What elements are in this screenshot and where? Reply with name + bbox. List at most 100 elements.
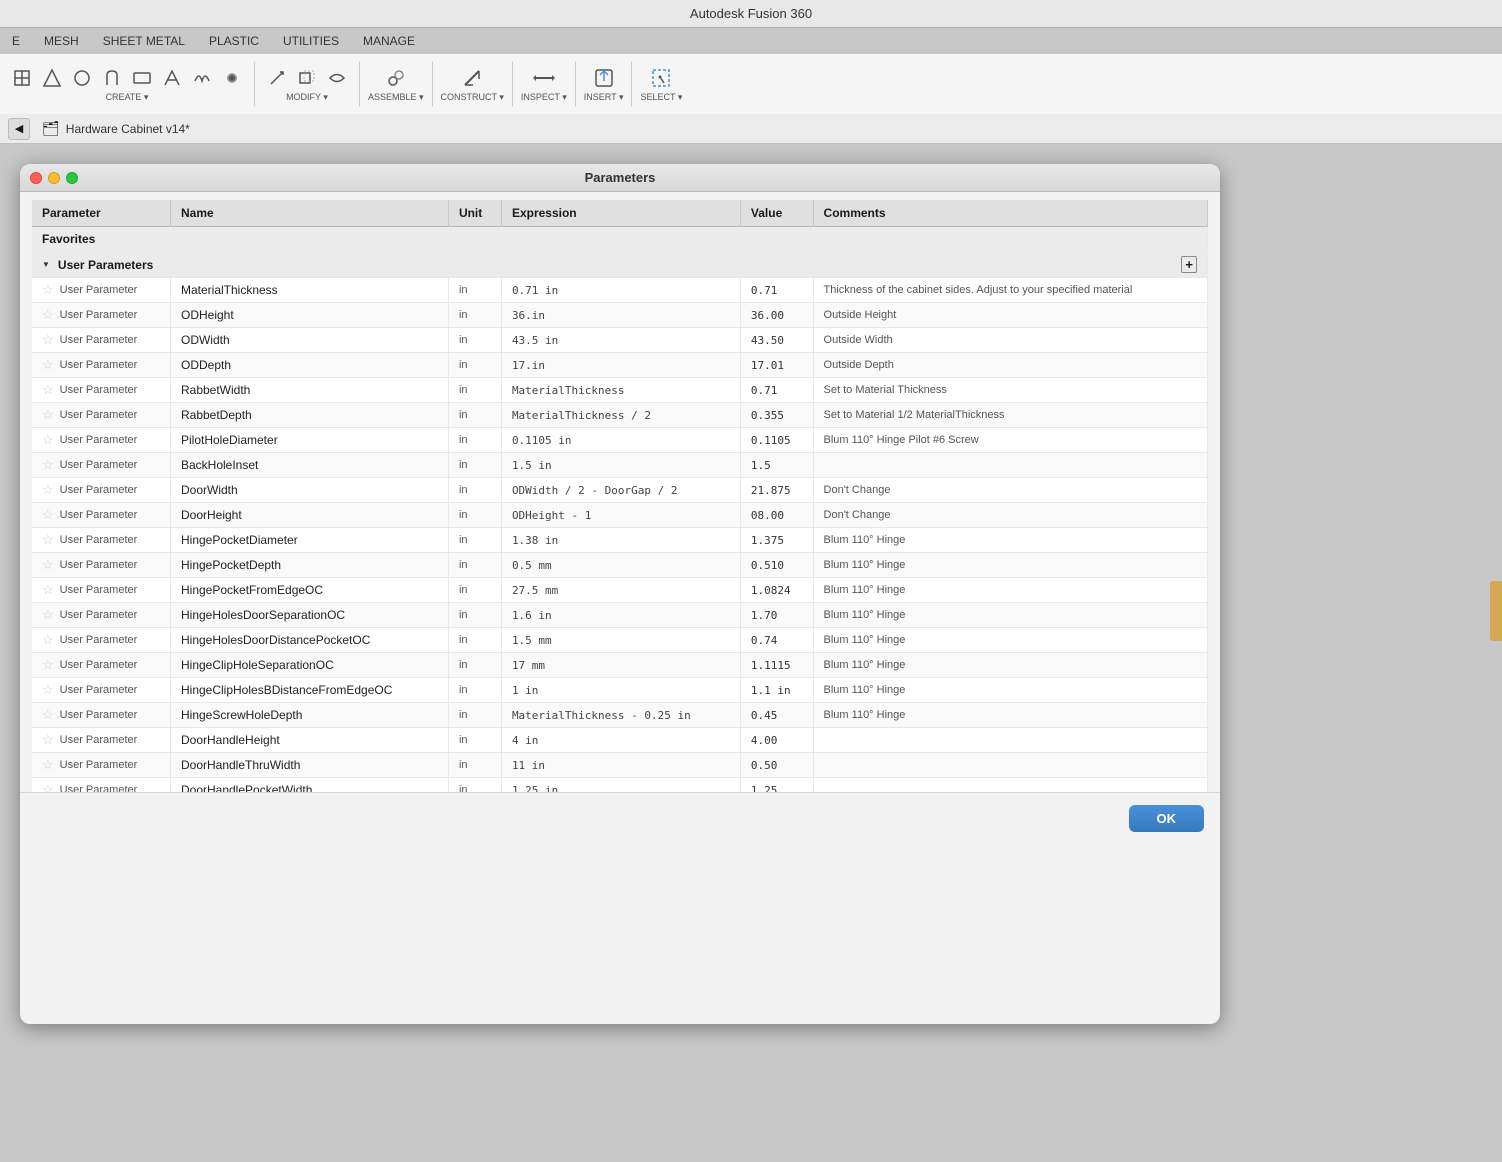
menu-item-plastic[interactable]: PLASTIC bbox=[205, 32, 263, 50]
param-name-cell[interactable]: ODWidth bbox=[170, 328, 448, 353]
star-icon[interactable]: ☆ bbox=[42, 482, 54, 498]
select-btn-1[interactable] bbox=[647, 65, 675, 91]
construct-btn-1[interactable] bbox=[458, 65, 486, 91]
create-btn-3[interactable] bbox=[68, 65, 96, 91]
construct-label[interactable]: CONSTRUCT ▾ bbox=[441, 92, 504, 103]
select-label[interactable]: SELECT ▾ bbox=[640, 92, 682, 103]
table-row[interactable]: ☆ User Parameter DoorWidth in ODWidth / … bbox=[32, 478, 1208, 503]
star-icon[interactable]: ☆ bbox=[42, 457, 54, 473]
param-name-cell[interactable]: DoorWidth bbox=[170, 478, 448, 503]
table-row[interactable]: ☆ User Parameter HingeHolesDoorDistanceP… bbox=[32, 628, 1208, 653]
param-expression-cell[interactable]: 0.71 in bbox=[501, 278, 740, 303]
star-icon[interactable]: ☆ bbox=[42, 582, 54, 598]
param-name-cell[interactable]: DoorHandlePocketWidth bbox=[170, 778, 448, 793]
param-expression-cell[interactable]: 36.in bbox=[501, 303, 740, 328]
table-row[interactable]: ☆ User Parameter ODHeight in 36.in 36.00… bbox=[32, 303, 1208, 328]
menu-item-sheet-metal[interactable]: SHEET METAL bbox=[99, 32, 189, 50]
param-expression-cell[interactable]: 0.1105 in bbox=[501, 428, 740, 453]
param-expression-cell[interactable]: 27.5 mm bbox=[501, 578, 740, 603]
add-param-btn[interactable]: + bbox=[1181, 257, 1197, 272]
table-row[interactable]: ☆ User Parameter DoorHandleThruWidth in … bbox=[32, 753, 1208, 778]
table-row[interactable]: ☆ User Parameter PilotHoleDiameter in 0.… bbox=[32, 428, 1208, 453]
star-icon[interactable]: ☆ bbox=[42, 382, 54, 398]
param-expression-cell[interactable]: ODWidth / 2 - DoorGap / 2 bbox=[501, 478, 740, 503]
table-row[interactable]: ☆ User Parameter ODDepth in 17.in 17.01 … bbox=[32, 353, 1208, 378]
param-expression-cell[interactable]: MaterialThickness - 0.25 in bbox=[501, 703, 740, 728]
star-icon[interactable]: ☆ bbox=[42, 532, 54, 548]
param-name-cell[interactable]: HingePocketDiameter bbox=[170, 528, 448, 553]
star-icon[interactable]: ☆ bbox=[42, 757, 54, 773]
back-btn[interactable]: ◀ bbox=[8, 118, 30, 140]
param-expression-cell[interactable]: 4 in bbox=[501, 728, 740, 753]
param-expression-cell[interactable]: 1.5 in bbox=[501, 453, 740, 478]
inspect-btn-1[interactable] bbox=[530, 65, 558, 91]
param-expression-cell[interactable]: 1 in bbox=[501, 678, 740, 703]
modify-btn-2[interactable] bbox=[293, 65, 321, 91]
star-icon[interactable]: ☆ bbox=[42, 732, 54, 748]
modify-btn-1[interactable] bbox=[263, 65, 291, 91]
star-icon[interactable]: ☆ bbox=[42, 407, 54, 423]
param-name-cell[interactable]: MaterialThickness bbox=[170, 278, 448, 303]
create-btn-7[interactable] bbox=[188, 65, 216, 91]
table-row[interactable]: ☆ User Parameter HingePocketFromEdgeOC i… bbox=[32, 578, 1208, 603]
menu-item-e[interactable]: E bbox=[8, 32, 24, 50]
table-wrapper[interactable]: Parameter Name Unit Expression Value Com… bbox=[20, 192, 1220, 792]
param-name-cell[interactable]: ODDepth bbox=[170, 353, 448, 378]
table-row[interactable]: ☆ User Parameter RabbetWidth in Material… bbox=[32, 378, 1208, 403]
param-expression-cell[interactable]: 1.25 in bbox=[501, 778, 740, 793]
section-header[interactable]: ▼ User Parameters + bbox=[32, 252, 1208, 278]
param-expression-cell[interactable]: MaterialThickness bbox=[501, 378, 740, 403]
minimize-button[interactable] bbox=[48, 172, 60, 184]
param-expression-cell[interactable]: 1.6 in bbox=[501, 603, 740, 628]
expand-icon[interactable]: ▼ bbox=[42, 260, 50, 269]
maximize-button[interactable] bbox=[66, 172, 78, 184]
assemble-label[interactable]: ASSEMBLE ▾ bbox=[368, 92, 424, 103]
insert-label[interactable]: INSERT ▾ bbox=[584, 92, 624, 103]
param-expression-cell[interactable]: 43.5 in bbox=[501, 328, 740, 353]
param-name-cell[interactable]: HingeHolesDoorSeparationOC bbox=[170, 603, 448, 628]
param-name-cell[interactable]: HingeScrewHoleDepth bbox=[170, 703, 448, 728]
menu-item-mesh[interactable]: MESH bbox=[40, 32, 83, 50]
param-expression-cell[interactable]: 1.5 mm bbox=[501, 628, 740, 653]
table-row[interactable]: ☆ User Parameter HingeHolesDoorSeparatio… bbox=[32, 603, 1208, 628]
assemble-btn-1[interactable] bbox=[382, 65, 410, 91]
table-row[interactable]: ☆ User Parameter RabbetDepth in Material… bbox=[32, 403, 1208, 428]
create-btn-6[interactable] bbox=[158, 65, 186, 91]
param-expression-cell[interactable]: 11 in bbox=[501, 753, 740, 778]
param-name-cell[interactable]: HingeHolesDoorDistancePocketOC bbox=[170, 628, 448, 653]
table-row[interactable]: ☆ User Parameter DoorHeight in ODHeight … bbox=[32, 503, 1208, 528]
star-icon[interactable]: ☆ bbox=[42, 682, 54, 698]
star-icon[interactable]: ☆ bbox=[42, 357, 54, 373]
insert-btn-1[interactable] bbox=[590, 65, 618, 91]
table-row[interactable]: ☆ User Parameter ODWidth in 43.5 in 43.5… bbox=[32, 328, 1208, 353]
param-name-cell[interactable]: PilotHoleDiameter bbox=[170, 428, 448, 453]
close-button[interactable] bbox=[30, 172, 42, 184]
star-icon[interactable]: ☆ bbox=[42, 782, 54, 792]
table-row[interactable]: ☆ User Parameter HingeScrewHoleDepth in … bbox=[32, 703, 1208, 728]
param-name-cell[interactable]: DoorHandleHeight bbox=[170, 728, 448, 753]
param-expression-cell[interactable]: 0.5 mm bbox=[501, 553, 740, 578]
menu-item-utilities[interactable]: UTILITIES bbox=[279, 32, 343, 50]
ok-button[interactable]: OK bbox=[1129, 805, 1205, 832]
star-icon[interactable]: ☆ bbox=[42, 632, 54, 648]
param-name-cell[interactable]: HingeClipHoleSeparationOC bbox=[170, 653, 448, 678]
star-icon[interactable]: ☆ bbox=[42, 282, 54, 298]
param-expression-cell[interactable]: 17.in bbox=[501, 353, 740, 378]
menu-item-manage[interactable]: MANAGE bbox=[359, 32, 419, 50]
param-name-cell[interactable]: BackHoleInset bbox=[170, 453, 448, 478]
param-name-cell[interactable]: DoorHandleThruWidth bbox=[170, 753, 448, 778]
param-name-cell[interactable]: ODHeight bbox=[170, 303, 448, 328]
modify-btn-3[interactable] bbox=[323, 65, 351, 91]
star-icon[interactable]: ☆ bbox=[42, 307, 54, 323]
star-icon[interactable]: ☆ bbox=[42, 607, 54, 623]
param-expression-cell[interactable]: ODHeight - 1 bbox=[501, 503, 740, 528]
param-name-cell[interactable]: HingePocketFromEdgeOC bbox=[170, 578, 448, 603]
table-row[interactable]: ☆ User Parameter HingePocketDiameter in … bbox=[32, 528, 1208, 553]
create-btn-4[interactable] bbox=[98, 65, 126, 91]
star-icon[interactable]: ☆ bbox=[42, 707, 54, 723]
param-expression-cell[interactable]: 1.38 in bbox=[501, 528, 740, 553]
param-name-cell[interactable]: RabbetWidth bbox=[170, 378, 448, 403]
star-icon[interactable]: ☆ bbox=[42, 332, 54, 348]
star-icon[interactable]: ☆ bbox=[42, 432, 54, 448]
star-icon[interactable]: ☆ bbox=[42, 507, 54, 523]
